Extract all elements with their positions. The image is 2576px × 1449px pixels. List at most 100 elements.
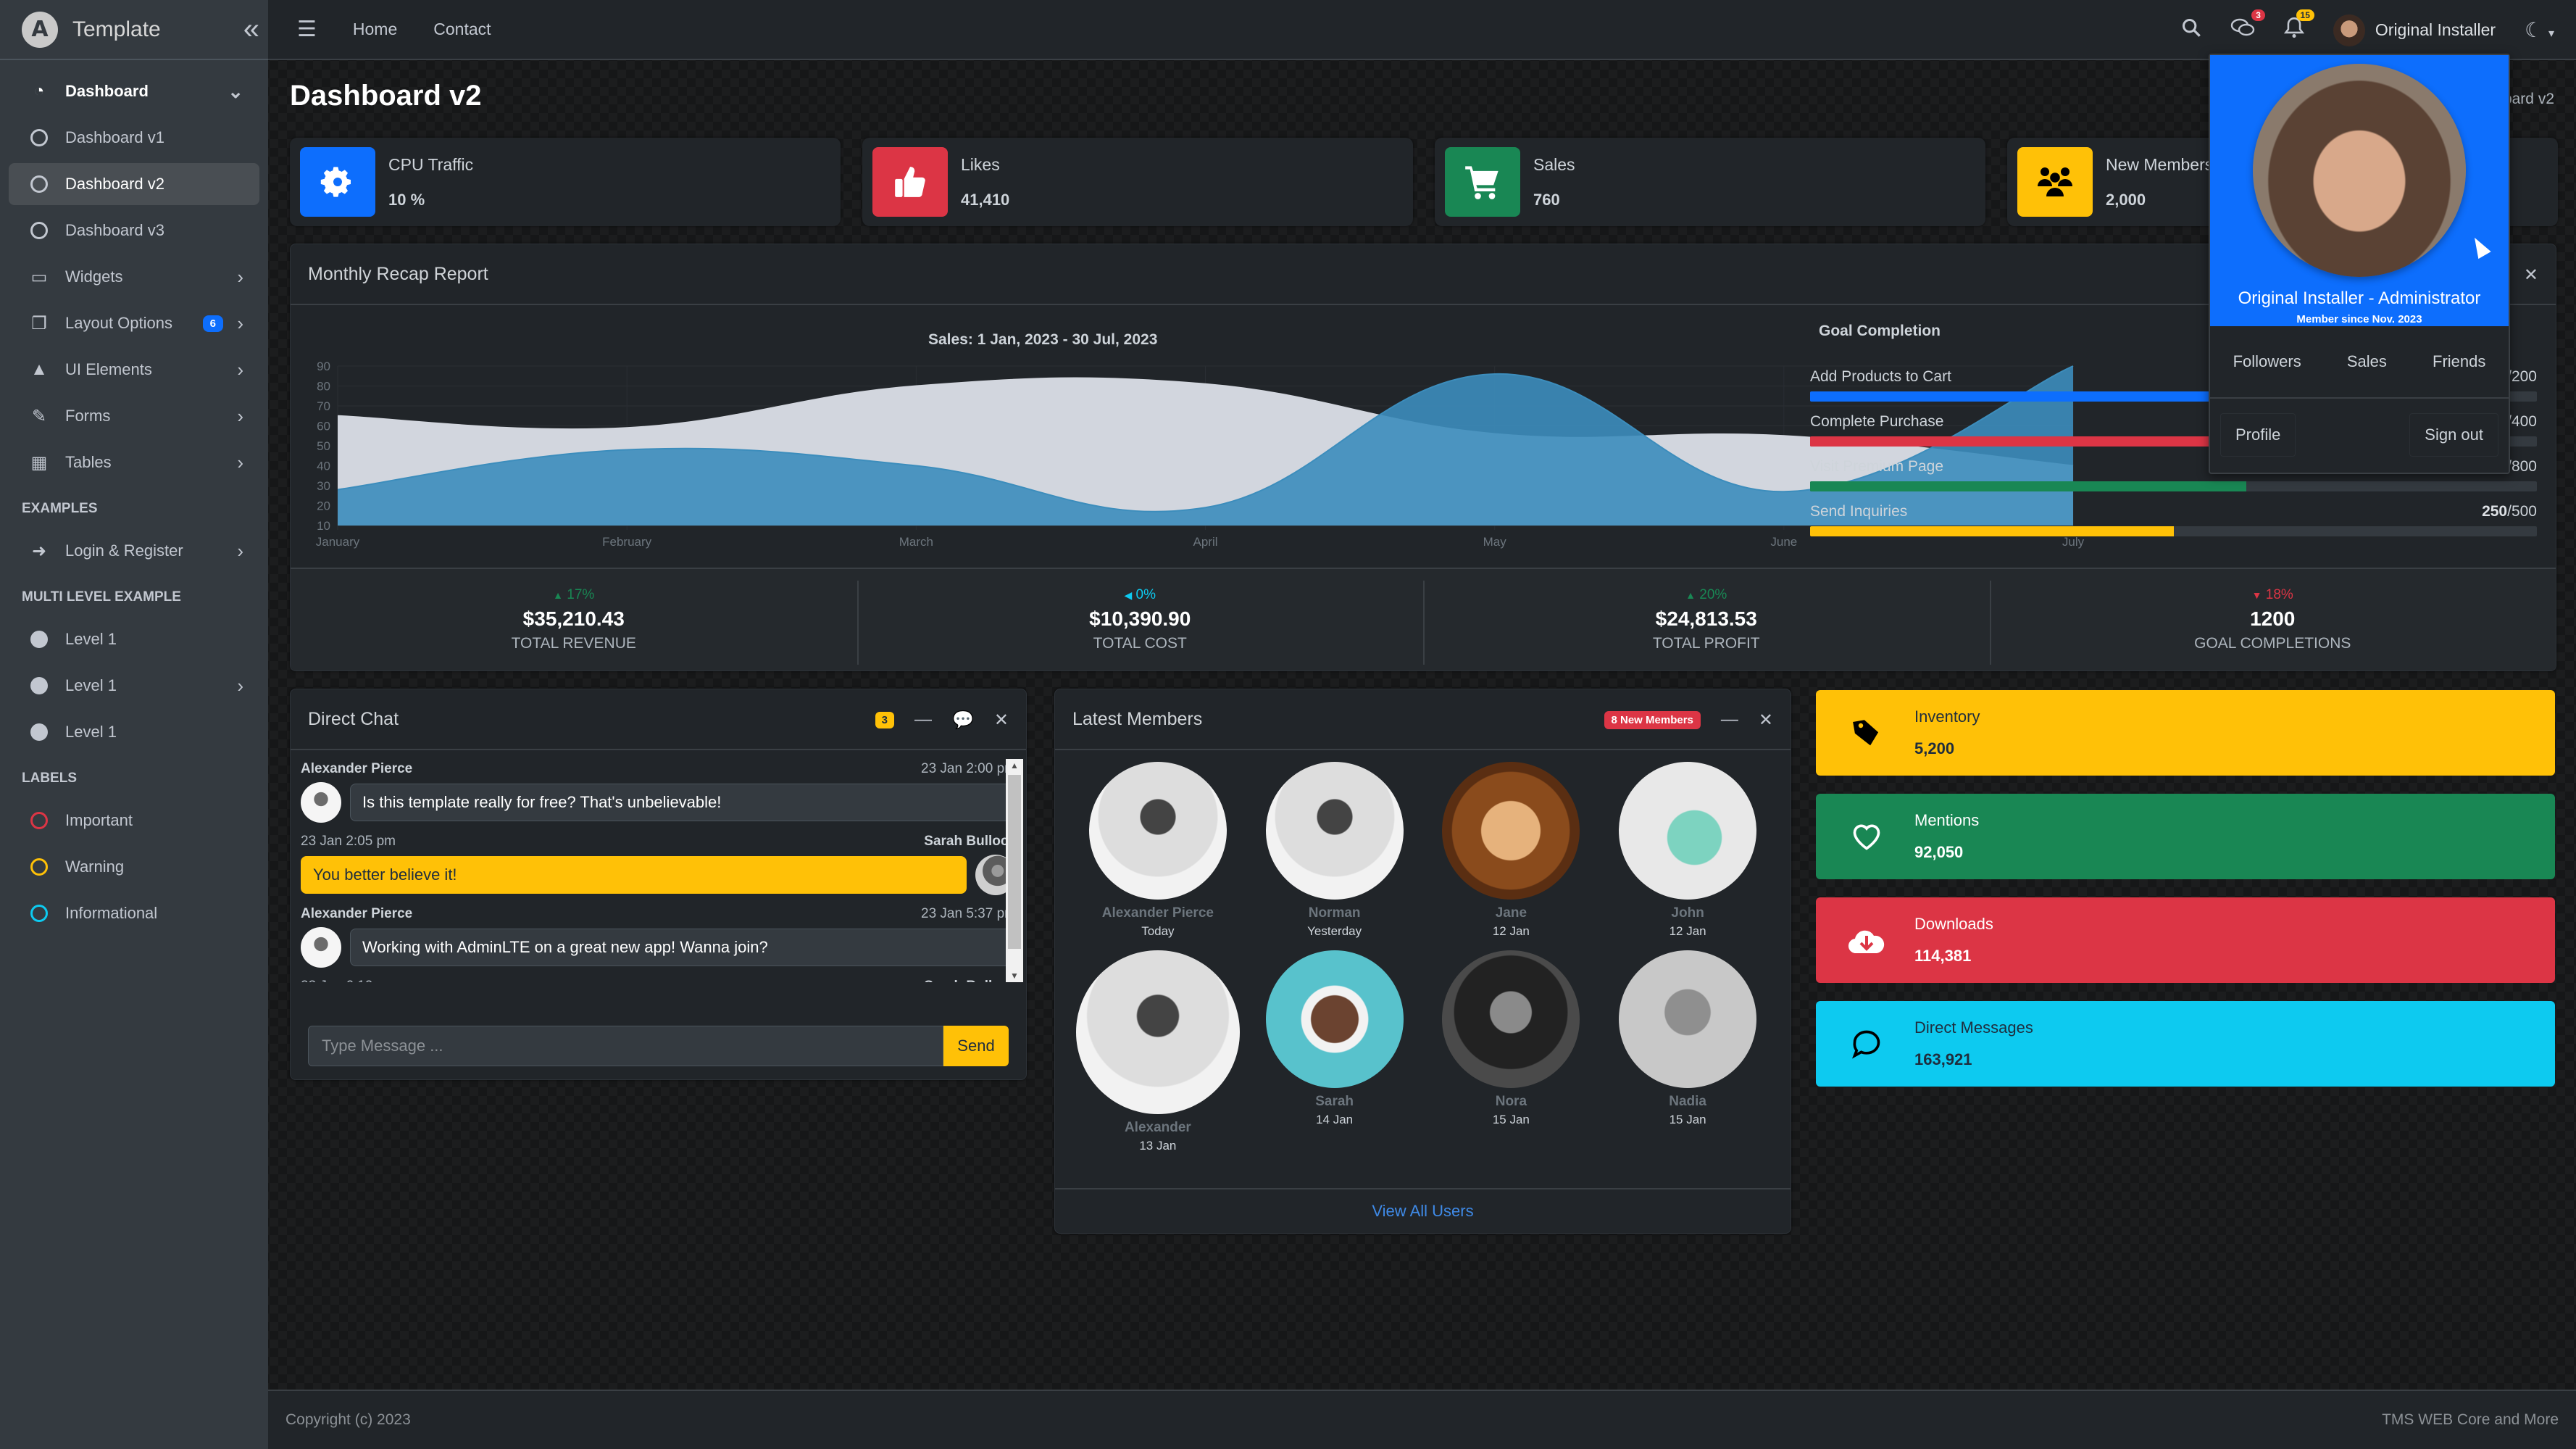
sales-link[interactable]: Sales — [2347, 352, 2387, 371]
search-icon[interactable] — [2181, 17, 2201, 43]
user-name: Original Installer — [2375, 20, 2496, 39]
sidebar-item-login-register[interactable]: ➜ Login & Register › — [9, 530, 259, 572]
message-row: Is this template really for free? That's… — [301, 781, 1016, 824]
y-tick-label: 40 — [317, 460, 330, 473]
followers-link[interactable]: Followers — [2233, 352, 2301, 371]
message-meta: 23 Jan 6:10 pm Sarah Bullock — [301, 976, 1016, 982]
sign-out-button[interactable]: Sign out — [2409, 413, 2498, 457]
member-name-link[interactable]: Nora — [1488, 1092, 1534, 1111]
member-avatar — [1265, 762, 1404, 900]
member-avatar — [1619, 762, 1757, 900]
circle-outline-icon — [29, 903, 49, 923]
message-meta: Alexander Pierce 23 Jan 5:37 pm — [301, 904, 1016, 924]
chat-message: 23 Jan 2:05 pm Sarah Bullock You better be… — [301, 831, 1016, 897]
member-name-link[interactable]: Alexander — [1117, 1118, 1199, 1137]
member-avatar — [1088, 762, 1227, 900]
chat-count-badge: 3 — [875, 711, 894, 728]
tree-icon: ▲ — [30, 360, 48, 379]
sidebar-item-important[interactable]: Important — [9, 800, 259, 842]
theme-toggle[interactable]: ☾ ▾ — [2525, 18, 2554, 42]
sidebar-item-label: Forms — [65, 407, 111, 425]
user-dropdown-header: Original Installer - Administrator Membe… — [2210, 55, 2509, 326]
sidebar-item-dashboard-v3[interactable]: Dashboard v3 — [9, 209, 259, 252]
close-icon[interactable]: ✕ — [994, 710, 1009, 731]
chevron-right-icon: › — [237, 265, 243, 288]
member-name-link[interactable]: Alexander Pierce — [1095, 904, 1221, 923]
sidebar-item-label: Dashboard v2 — [65, 175, 164, 193]
message-time: 23 Jan 5:37 pm — [921, 906, 1016, 921]
cart-icon — [1465, 166, 1499, 199]
sidebar-item-level-1-2[interactable]: Level 1 › — [9, 665, 259, 707]
chat-message: Alexander Pierce 23 Jan 5:37 pm Working wi… — [301, 904, 1016, 969]
minimize-icon[interactable]: — — [1721, 710, 1738, 730]
info-box-cpu: CPU Traffic 10 % — [290, 138, 841, 226]
sidebar-item-level-1-1[interactable]: Level 1 — [9, 618, 259, 660]
x-tick-label: May — [1483, 535, 1507, 549]
nav-link-contact[interactable]: Contact — [433, 20, 491, 39]
nav-link-home[interactable]: Home — [353, 20, 397, 39]
sidebar-item-forms[interactable]: ✎ Forms › — [9, 395, 259, 437]
x-tick-label: February — [602, 535, 652, 549]
chat-scrollbar[interactable]: ▲ ▼ — [1006, 759, 1023, 982]
card-tools: ✕ — [2524, 244, 2538, 305]
sidebar-item-tables[interactable]: ▦ Tables › — [9, 441, 259, 483]
color-box-value: 5,200 — [1914, 739, 1955, 757]
close-icon[interactable]: ✕ — [2524, 265, 2538, 286]
messages-icon[interactable]: 3 — [2230, 9, 2265, 43]
profile-button[interactable]: Profile — [2220, 413, 2296, 457]
copy-icon: ❐ — [31, 313, 47, 333]
collapse-sidebar-icon[interactable]: « — [243, 13, 259, 46]
info-box-value: 41,410 — [961, 190, 1010, 209]
message-author: Sarah Bullock — [924, 834, 1016, 849]
member-name-link[interactable]: Nadia — [1662, 1092, 1714, 1111]
minimize-icon[interactable]: — — [914, 710, 932, 730]
color-box-mentions: Mentions 92,050 — [1816, 794, 2555, 879]
message-text: Working with AdminLTE on a great new app… — [350, 929, 1016, 966]
member-name-link[interactable]: Norman — [1301, 904, 1368, 923]
chat-messages: Alexander Pierce 23 Jan 2:00 pm Is this te… — [301, 759, 1016, 982]
x-tick-label: April — [1193, 535, 1217, 549]
member-name-link[interactable]: Jane — [1488, 904, 1534, 923]
sidebar-item-label: UI Elements — [65, 360, 152, 378]
sidebar-item-ui-elements[interactable]: ▲ UI Elements › — [9, 349, 259, 391]
x-tick-label: June — [1770, 535, 1797, 549]
color-box-inventory: Inventory 5,200 — [1816, 690, 2555, 776]
color-box-label: Downloads — [1914, 915, 1993, 933]
sidebar-item-dashboard[interactable]: ◔ Dashboard ⌄ — [9, 70, 259, 112]
recap-footer: ▲ 17% $35,210.43 TOTAL REVENUE ◀ 0% $10,390.… — [291, 568, 2556, 670]
member-item: Nora 15 Jan — [1423, 950, 1600, 1153]
member-item: Jane 12 Jan — [1423, 762, 1600, 939]
message-input[interactable] — [308, 1026, 943, 1066]
info-box-icon-bg — [300, 147, 375, 217]
close-icon[interactable]: ✕ — [1759, 710, 1773, 731]
stat-amount: $35,210.43 — [522, 607, 625, 630]
hamburger-menu-icon[interactable]: ☰ — [297, 17, 317, 42]
sidebar-item-informational[interactable]: Informational — [9, 892, 259, 934]
scroll-up-icon[interactable]: ▲ — [1006, 760, 1023, 771]
sidebar-item-level-1-3[interactable]: Level 1 — [9, 711, 259, 753]
stat-amount: $24,813.53 — [1655, 607, 1757, 630]
user-menu[interactable]: Original Installer — [2333, 14, 2496, 46]
chevron-right-icon: › — [237, 674, 243, 697]
friends-link[interactable]: Friends — [2433, 352, 2485, 371]
sidebar-item-warning[interactable]: Warning — [9, 846, 259, 888]
contacts-icon[interactable]: 💬 — [952, 710, 974, 731]
sidebar-item-dashboard-v2[interactable]: Dashboard v2 — [9, 163, 259, 205]
member-name-link[interactable]: John — [1664, 904, 1711, 923]
view-all-users-link[interactable]: View All Users — [1372, 1202, 1473, 1221]
member-name-link[interactable]: Sarah — [1308, 1092, 1361, 1111]
user-photo — [2253, 64, 2466, 277]
message-text: Is this template really for free? That's… — [350, 784, 1016, 821]
brand-name: Template — [72, 17, 161, 41]
table-icon: ▦ — [30, 452, 48, 473]
sidebar-item-dashboard-v1[interactable]: Dashboard v1 — [9, 117, 259, 159]
goal-progress-track — [1810, 481, 2537, 491]
scroll-down-icon[interactable]: ▼ — [1006, 971, 1023, 981]
notifications-icon[interactable]: 15 — [2283, 9, 2314, 43]
scrollbar-thumb[interactable] — [1008, 775, 1021, 949]
send-button[interactable]: Send — [943, 1026, 1009, 1066]
sidebar-item-widgets[interactable]: ▭ Widgets › — [9, 256, 259, 298]
brand[interactable]: A Template « — [0, 0, 268, 60]
x-tick-label: July — [2062, 535, 2085, 549]
sidebar-item-layout-options[interactable]: ❐ Layout Options 6 › — [9, 302, 259, 344]
